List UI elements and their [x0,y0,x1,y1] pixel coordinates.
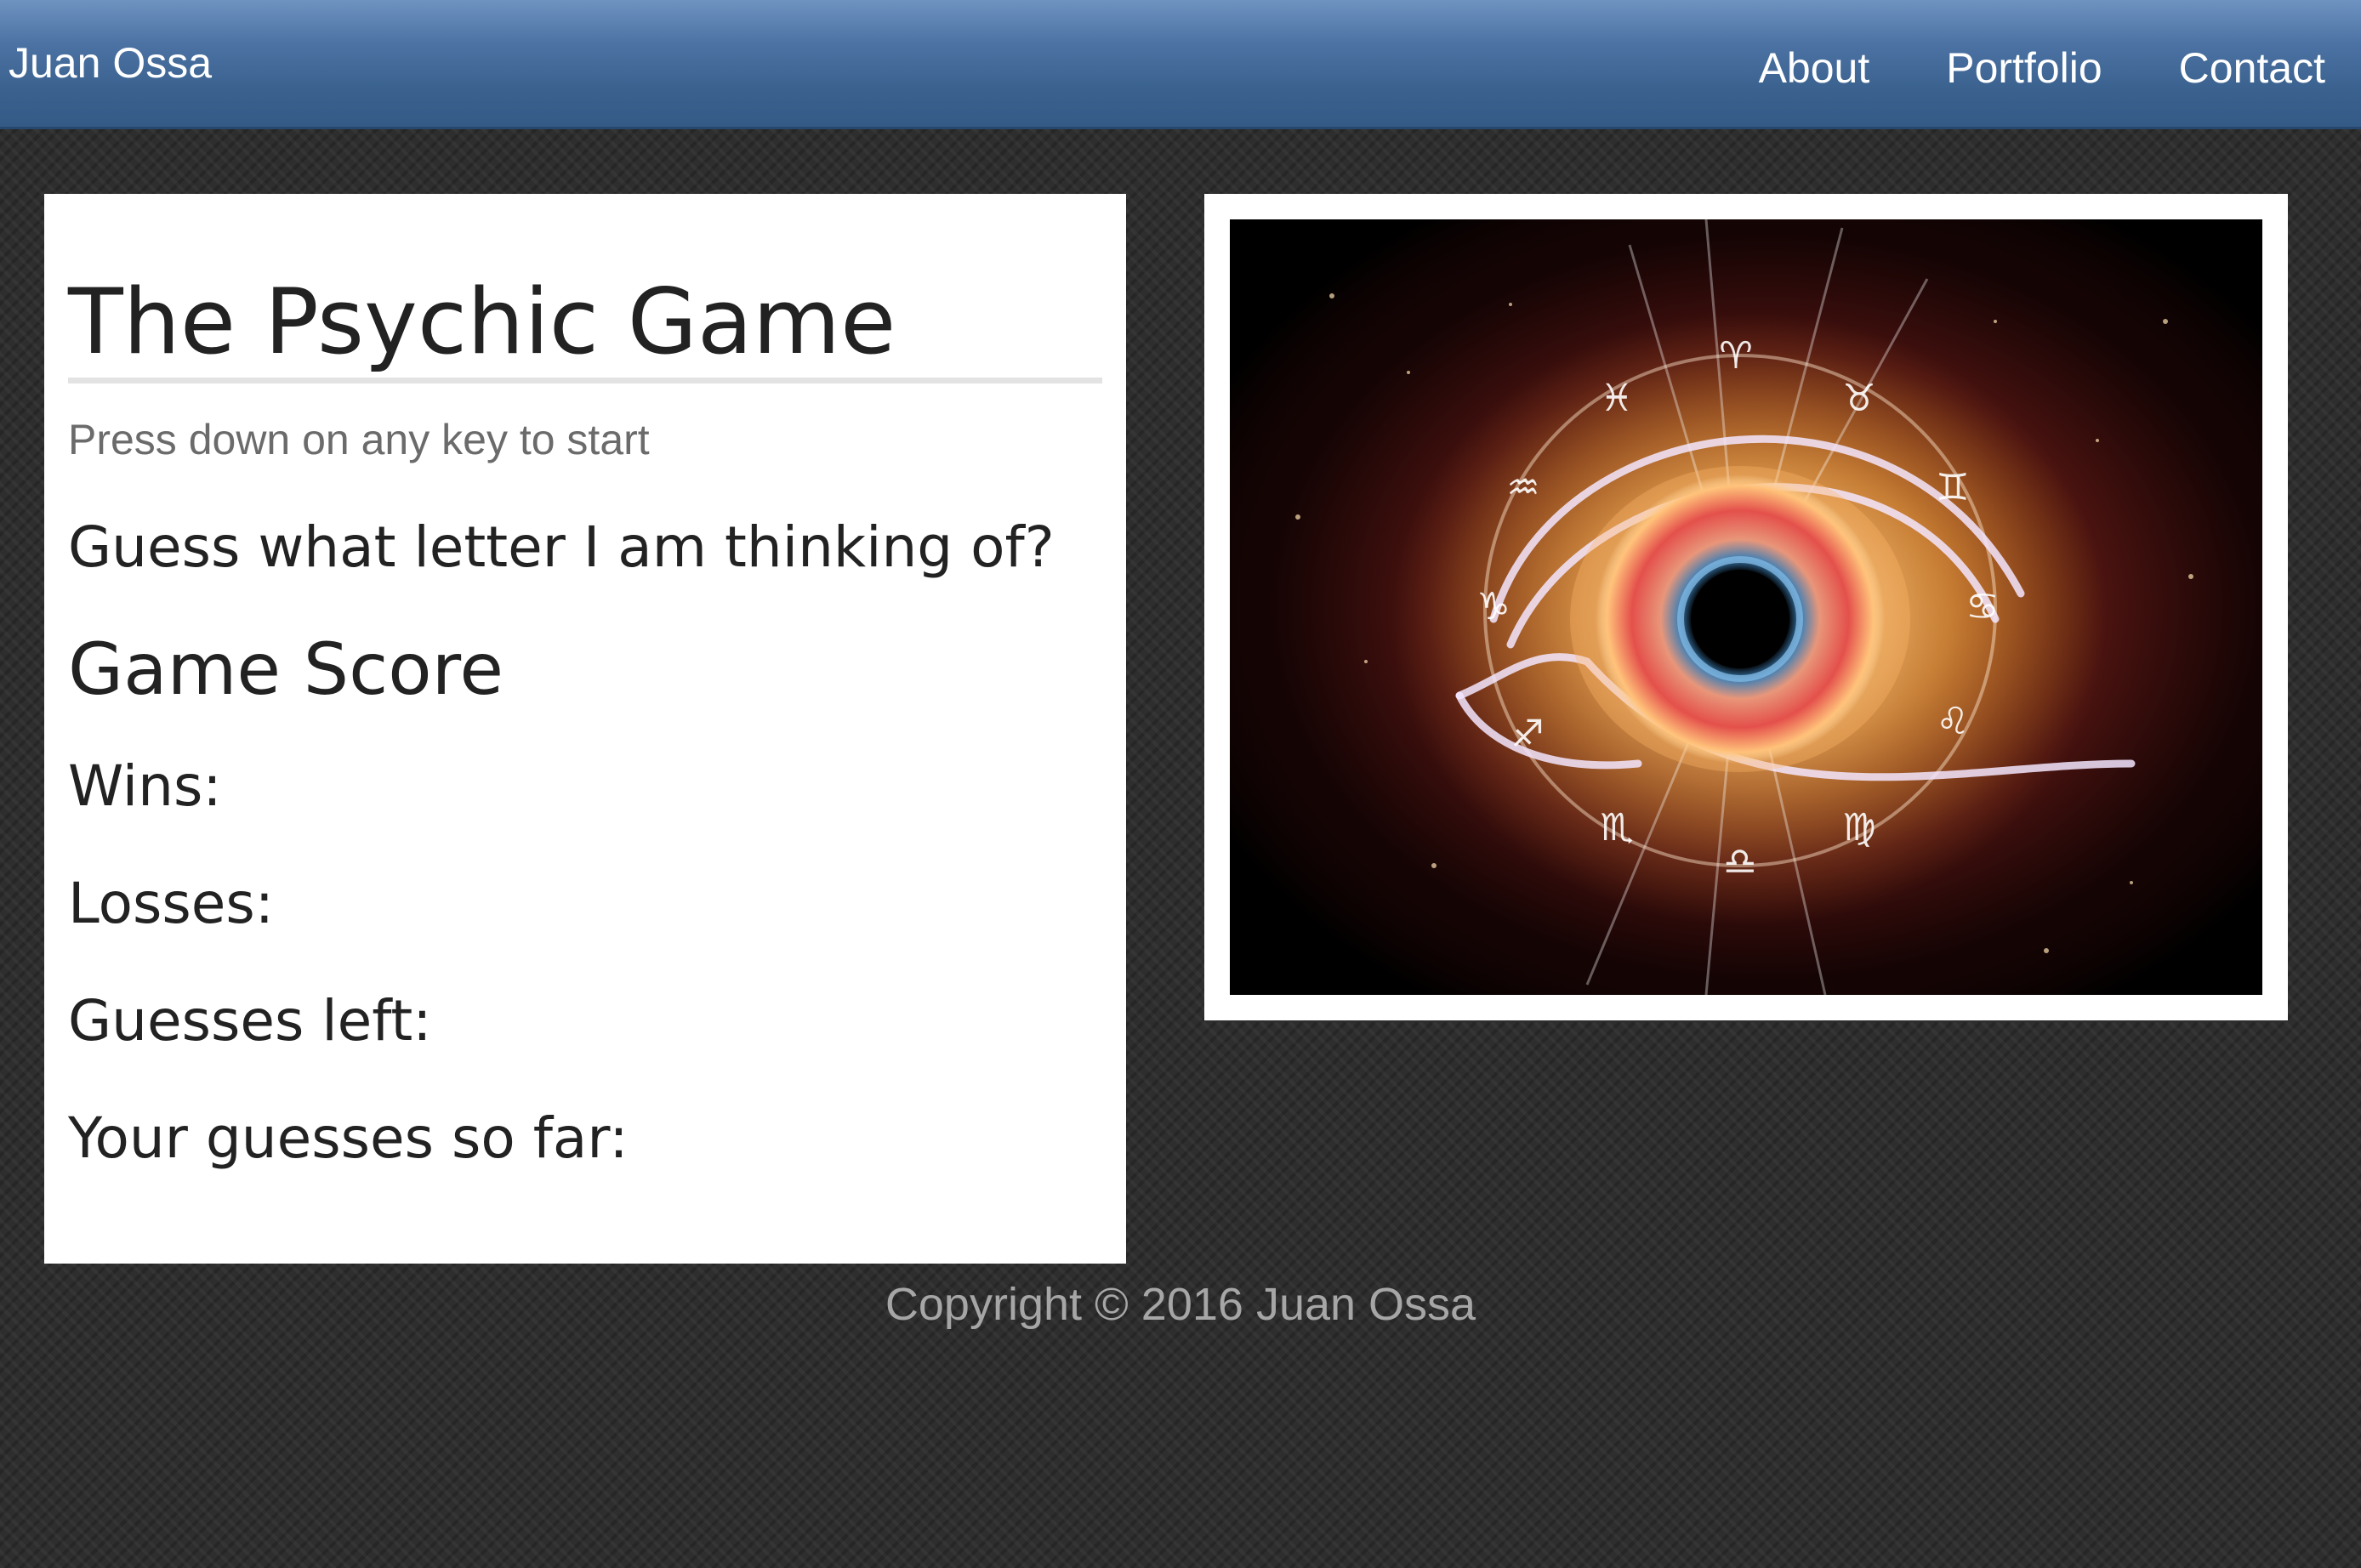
svg-text:♓: ♓ [1600,377,1633,420]
game-prompt: Guess what letter I am thinking of? [68,514,1055,580]
svg-text:♎: ♎ [1723,840,1756,883]
wins-label: Wins: [68,753,222,819]
navbar: Juan Ossa About Portfolio Contact [0,0,2361,129]
svg-text:♍: ♍ [1842,806,1875,849]
losses-label: Losses: [68,871,274,936]
svg-text:♌: ♌ [1936,700,1969,743]
svg-text:♏: ♏ [1600,806,1633,849]
guesses-so-far-row: Your guesses so far: [68,1094,1102,1183]
svg-text:♊: ♊ [1936,466,1969,509]
svg-text:♉: ♉ [1842,377,1875,420]
svg-text:♈: ♈ [1719,334,1752,378]
brand-link[interactable]: Juan Ossa [9,37,212,88]
wins-row: Wins: [68,742,1102,831]
guesses-left-row: Guesses left: [68,977,1102,1065]
game-instructions: Press down on any key to start [68,416,650,463]
svg-text:♐: ♐ [1510,713,1544,756]
guesses-left-label: Guesses left: [68,988,432,1054]
footer-copyright: Copyright © 2016 Juan Ossa [885,1279,1476,1330]
nav-link-about[interactable]: About [1759,43,1870,94]
nav-links: About Portfolio Contact [1759,43,2325,94]
zodiac-eye-image: ♓ ♈ ♉ ♊ ♋ ♌ ♍ ♎ ♏ ♐ ♑ ♒ [1230,219,2262,995]
zodiac-eye-illustration: ♓ ♈ ♉ ♊ ♋ ♌ ♍ ♎ ♏ ♐ ♑ ♒ [1230,219,2262,995]
game-title: The Psychic Game [68,267,1102,383]
game-panel: The Psychic Game Press down on any key t… [44,194,1126,1264]
score-heading: Game Score [68,628,504,711]
svg-text:♋: ♋ [1966,585,1999,628]
svg-text:♑: ♑ [1476,585,1510,628]
svg-text:♒: ♒ [1506,466,1539,509]
losses-row: Losses: [68,860,1102,948]
nav-link-portfolio[interactable]: Portfolio [1946,43,2102,94]
image-panel: ♓ ♈ ♉ ♊ ♋ ♌ ♍ ♎ ♏ ♐ ♑ ♒ [1204,194,2288,1020]
guesses-so-far-label: Your guesses so far: [68,1105,629,1171]
nav-link-contact[interactable]: Contact [2179,43,2325,94]
